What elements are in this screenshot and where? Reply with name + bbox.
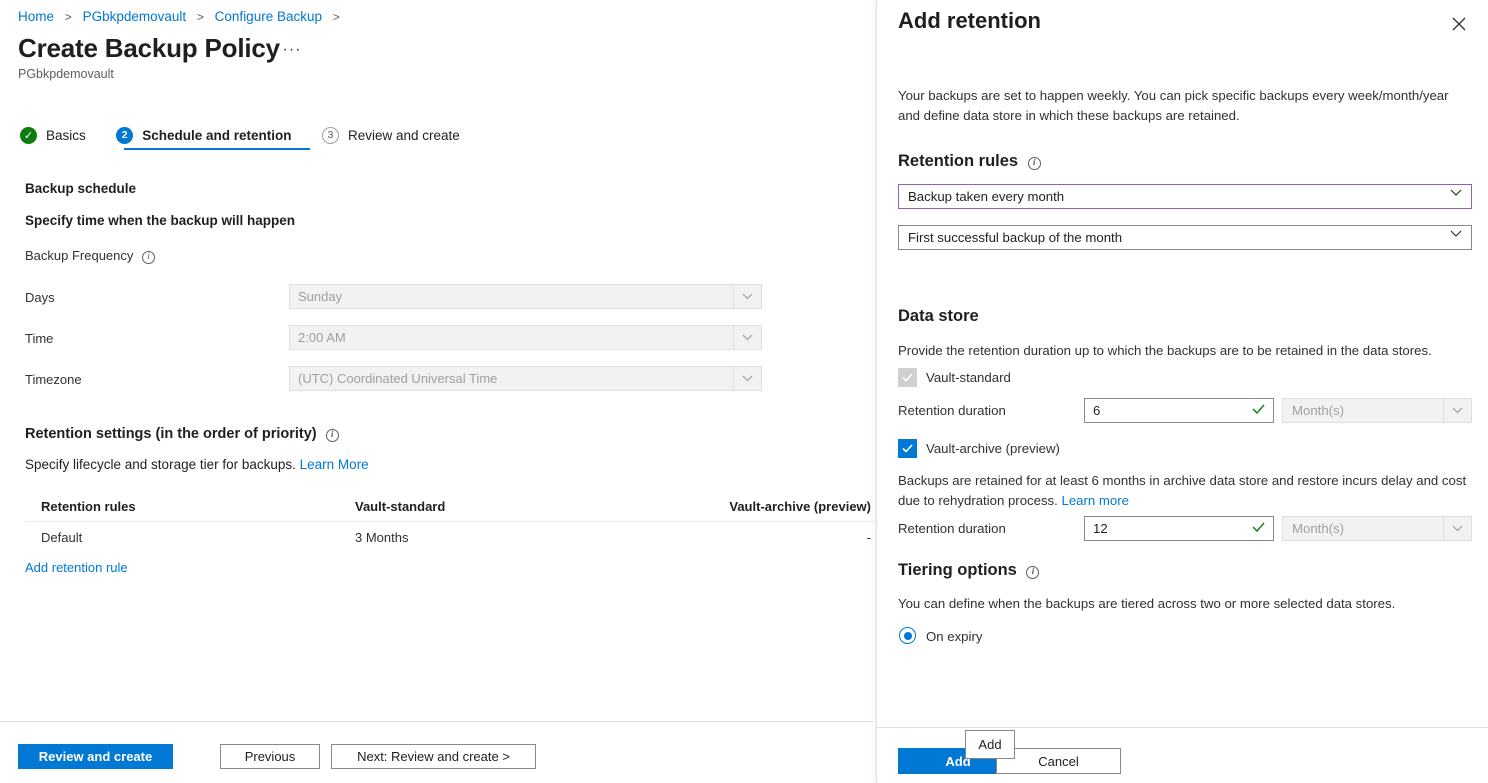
breadcrumb-item-vault[interactable]: PGbkpdemovault	[83, 9, 187, 24]
table-header-row: Retention rules Vault-standard Vault-arc…	[25, 491, 873, 521]
active-tab-underline	[124, 148, 310, 150]
validation-check-icon	[1252, 519, 1265, 535]
days-dropdown-value: Sunday	[298, 289, 342, 304]
timezone-label: Timezone	[25, 372, 82, 387]
info-icon[interactable]: i	[1026, 566, 1039, 579]
vault-standard-unit-dropdown[interactable]: Month(s)	[1282, 398, 1472, 423]
app-root: Home > PGbkpdemovault > Configure Backup…	[0, 0, 1488, 783]
retention-rule-backup-select[interactable]: First successful backup of the month	[898, 225, 1472, 250]
tiering-options-description: You can define when the backups are tier…	[898, 594, 1473, 614]
tiering-option-on-expiry-radio[interactable]	[899, 627, 916, 644]
vault-standard-duration-label: Retention duration	[898, 403, 1006, 418]
tiering-option-on-expiry-label: On expiry	[926, 629, 982, 644]
vault-archive-unit-dropdown[interactable]: Month(s)	[1282, 516, 1472, 541]
vault-standard-checkbox	[898, 368, 917, 387]
vault-archive-duration-label: Retention duration	[898, 521, 1006, 536]
step-number-badge: 3	[322, 127, 339, 144]
tiering-options-heading: Tiering options i	[898, 561, 1039, 580]
timezone-dropdown[interactable]: (UTC) Coordinated Universal Time	[289, 366, 762, 391]
chevron-down-icon	[1450, 189, 1462, 197]
retention-rule-frequency-value: Backup taken every month	[908, 189, 1064, 204]
days-label: Days	[25, 290, 55, 305]
vault-archive-duration-input[interactable]: 12	[1084, 516, 1274, 541]
vault-standard-unit-value: Month(s)	[1292, 403, 1344, 418]
time-dropdown-value: 2:00 AM	[298, 330, 346, 345]
breadcrumb-item-home[interactable]: Home	[18, 9, 54, 24]
cell-vault-standard: 3 Months	[355, 530, 695, 545]
learn-more-link[interactable]: Learn more	[1061, 493, 1128, 508]
retention-rule-frequency-select[interactable]: Backup taken every month	[898, 184, 1472, 209]
vault-archive-unit-value: Month(s)	[1292, 521, 1344, 536]
backup-schedule-subheading: Specify time when the backup will happen	[25, 213, 295, 228]
vault-archive-label: Vault-archive (preview)	[926, 441, 1060, 456]
vault-standard-duration-value: 6	[1093, 403, 1100, 418]
next-button[interactable]: Next: Review and create >	[331, 744, 536, 769]
chevron-down-icon	[733, 367, 761, 390]
tab-schedule-and-retention-label: Schedule and retention	[142, 128, 291, 143]
page-subtitle: PGbkpdemovault	[18, 67, 114, 81]
vault-archive-note: Backups are retained for at least 6 mont…	[898, 471, 1470, 511]
breadcrumb-item-configure-backup[interactable]: Configure Backup	[215, 9, 322, 24]
chevron-down-icon	[1443, 517, 1471, 540]
column-header-vault-standard: Vault-standard	[355, 499, 695, 514]
table-row[interactable]: Default 3 Months -	[25, 521, 873, 553]
column-header-vault-archive: Vault-archive (preview)	[695, 499, 873, 514]
breadcrumb: Home > PGbkpdemovault > Configure Backup…	[18, 8, 347, 26]
chevron-down-icon	[1443, 399, 1471, 422]
timezone-dropdown-value: (UTC) Coordinated Universal Time	[298, 371, 497, 386]
info-icon[interactable]: i	[142, 251, 155, 264]
previous-button[interactable]: Previous	[220, 744, 320, 769]
data-store-description: Provide the retention duration up to whi…	[898, 341, 1473, 361]
review-and-create-button[interactable]: Review and create	[18, 744, 173, 769]
more-options-icon[interactable]: ···	[281, 42, 303, 64]
cell-vault-archive: -	[695, 530, 873, 545]
step-number-badge: 2	[116, 127, 133, 144]
tab-review-and-create[interactable]: 3 Review and create	[322, 121, 460, 149]
info-icon[interactable]: i	[326, 429, 339, 442]
wizard-tabs: ✓ Basics 2 Schedule and retention 3 Revi…	[20, 121, 486, 151]
footer-divider	[0, 721, 873, 722]
retention-rules-table: Retention rules Vault-standard Vault-arc…	[25, 491, 873, 553]
data-store-heading: Data store	[898, 307, 979, 326]
add-button-tooltip: Add	[965, 730, 1015, 759]
cell-rule-name: Default	[25, 530, 355, 545]
days-dropdown[interactable]: Sunday	[289, 284, 762, 309]
vault-standard-duration-input[interactable]: 6	[1084, 398, 1274, 423]
time-dropdown[interactable]: 2:00 AM	[289, 325, 762, 350]
info-icon[interactable]: i	[1028, 157, 1041, 170]
column-header-retention-rules: Retention rules	[25, 499, 355, 514]
add-retention-panel: Add retention Your backups are set to ha…	[876, 0, 1488, 783]
chevron-down-icon	[733, 326, 761, 349]
panel-description: Your backups are set to happen weekly. Y…	[898, 86, 1468, 126]
backup-frequency-label: Backup Frequency i	[25, 248, 155, 264]
vault-archive-checkbox[interactable]	[898, 439, 917, 458]
breadcrumb-separator: >	[333, 10, 340, 24]
close-icon[interactable]	[1445, 10, 1473, 38]
main-content: Home > PGbkpdemovault > Configure Backup…	[0, 0, 873, 783]
learn-more-link[interactable]: Learn More	[300, 457, 369, 472]
breadcrumb-separator: >	[197, 10, 204, 24]
backup-schedule-heading: Backup schedule	[25, 181, 136, 196]
tab-schedule-and-retention[interactable]: 2 Schedule and retention	[116, 121, 291, 149]
retention-rule-backup-value: First successful backup of the month	[908, 230, 1122, 245]
vault-archive-duration-value: 12	[1093, 521, 1108, 536]
retention-rules-heading: Retention rules i	[898, 152, 1041, 171]
add-retention-rule-link[interactable]: Add retention rule	[25, 560, 128, 575]
tab-basics-label: Basics	[46, 128, 86, 143]
chevron-down-icon	[733, 285, 761, 308]
breadcrumb-separator: >	[65, 10, 72, 24]
check-icon: ✓	[20, 127, 37, 144]
tab-basics[interactable]: ✓ Basics	[20, 121, 86, 149]
page-title: Create Backup Policy	[18, 33, 280, 64]
validation-check-icon	[1252, 401, 1265, 417]
tab-review-and-create-label: Review and create	[348, 128, 460, 143]
vault-standard-label: Vault-standard	[926, 370, 1011, 385]
panel-title: Add retention	[898, 8, 1041, 34]
retention-settings-heading: Retention settings (in the order of prio…	[25, 426, 339, 442]
time-label: Time	[25, 331, 53, 346]
radio-selected-dot	[904, 632, 912, 640]
panel-footer-divider	[877, 727, 1488, 728]
chevron-down-icon	[1450, 230, 1462, 238]
retention-settings-description: Specify lifecycle and storage tier for b…	[25, 457, 369, 472]
